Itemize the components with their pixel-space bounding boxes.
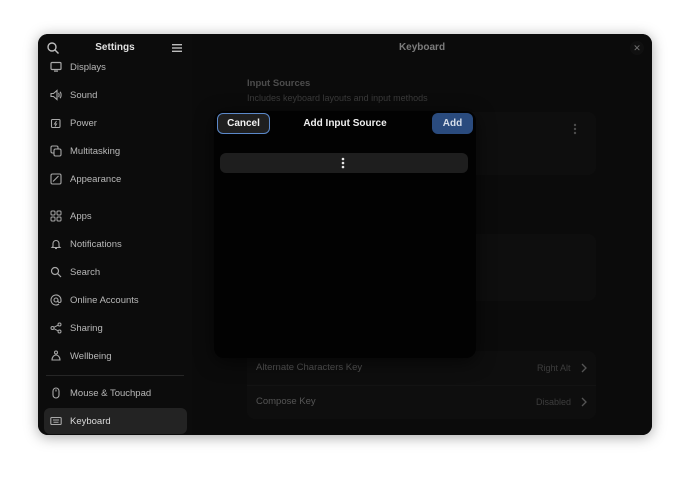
sidebar-item-label: Mouse & Touchpad (70, 388, 151, 399)
sidebar-item-label: Apps (70, 211, 92, 222)
at-sign-icon (50, 294, 62, 306)
sidebar-item-sound[interactable]: Sound (44, 82, 187, 108)
sidebar-item-apps[interactable]: Apps (44, 203, 187, 229)
display-icon (50, 61, 62, 73)
sidebar: Settings Displays Sound Power Multitaski… (38, 34, 192, 435)
sidebar-item-label: Notifications (70, 239, 122, 250)
multitasking-icon (50, 145, 62, 157)
add-input-source-dialog: Cancel Add Input Source Add (214, 111, 476, 358)
bell-icon (50, 238, 62, 250)
speaker-icon (50, 89, 62, 101)
sidebar-item-label: Sharing (70, 323, 103, 334)
sidebar-item-sharing[interactable]: Sharing (44, 315, 187, 341)
wellbeing-icon (50, 350, 62, 362)
apps-grid-icon (50, 210, 62, 222)
battery-icon (50, 117, 62, 129)
sidebar-title: Settings (38, 42, 192, 53)
sidebar-item-displays[interactable]: Displays (44, 54, 187, 80)
add-button[interactable]: Add (432, 113, 473, 134)
sidebar-item-label: Keyboard (70, 416, 111, 427)
sidebar-item-appearance[interactable]: Appearance (44, 166, 187, 192)
sidebar-item-label: Sound (70, 90, 97, 101)
sidebar-item-label: Wellbeing (70, 351, 112, 362)
sidebar-item-label: Search (70, 267, 100, 278)
sidebar-item-keyboard[interactable]: Keyboard (44, 408, 187, 434)
mouse-icon (50, 387, 62, 399)
share-icon (50, 322, 62, 334)
sidebar-item-label: Displays (70, 62, 106, 73)
sidebar-item-label: Multitasking (70, 146, 120, 157)
appearance-icon (50, 173, 62, 185)
keyboard-icon (50, 415, 62, 427)
sidebar-item-label: Power (70, 118, 97, 129)
sidebar-divider (46, 375, 184, 376)
sidebar-item-mouse-touchpad[interactable]: Mouse & Touchpad (44, 380, 187, 406)
sidebar-item-wellbeing[interactable]: Wellbeing (44, 343, 187, 369)
search-icon (50, 266, 62, 278)
more-options-icon (340, 157, 346, 169)
hamburger-menu-icon[interactable] (170, 42, 184, 54)
input-source-more-row[interactable] (220, 153, 468, 173)
sidebar-item-multitasking[interactable]: Multitasking (44, 138, 187, 164)
sidebar-item-label: Appearance (70, 174, 121, 185)
sidebar-item-power[interactable]: Power (44, 110, 187, 136)
sidebar-item-search[interactable]: Search (44, 259, 187, 285)
sidebar-item-notifications[interactable]: Notifications (44, 231, 187, 257)
sidebar-item-online-accounts[interactable]: Online Accounts (44, 287, 187, 313)
sidebar-item-label: Online Accounts (70, 295, 139, 306)
